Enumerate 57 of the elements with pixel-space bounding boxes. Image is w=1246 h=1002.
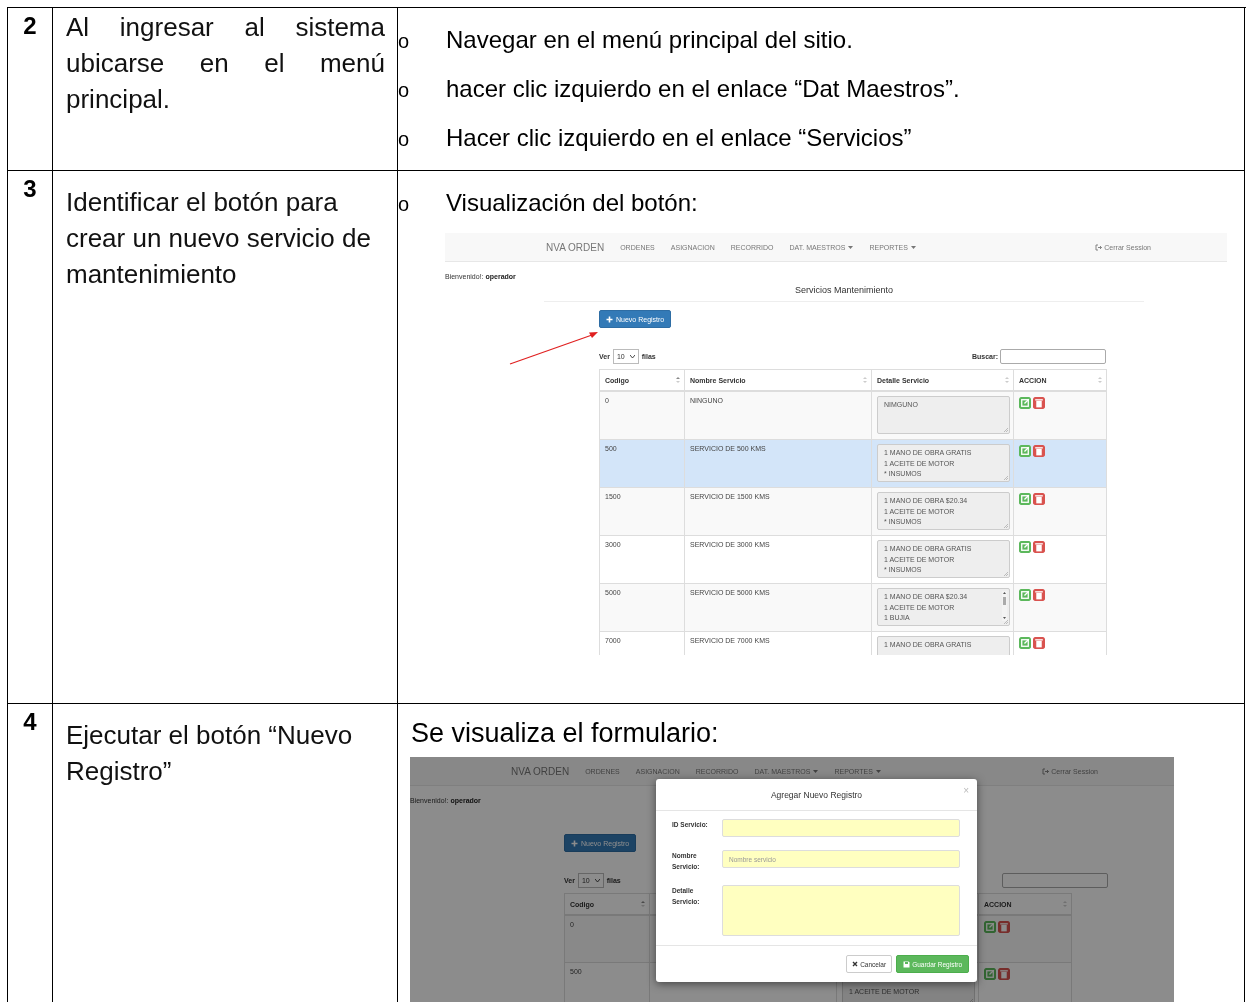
plus-icon xyxy=(606,315,613,323)
delete-button[interactable] xyxy=(1033,637,1045,649)
step-caption: Se visualiza el formulario: xyxy=(410,717,720,750)
caret-icon xyxy=(629,355,635,358)
step-number: 2 xyxy=(23,11,37,40)
delete-button[interactable] xyxy=(1033,445,1045,457)
caret-icon xyxy=(813,769,819,773)
resize-grip-icon xyxy=(1003,571,1008,576)
edit-button[interactable] xyxy=(1019,589,1031,601)
search-field[interactable] xyxy=(1002,873,1108,888)
page-title: Servicios Mantenimiento xyxy=(794,285,893,295)
caret-icon xyxy=(910,245,916,249)
delete-button[interactable] xyxy=(1033,589,1045,601)
step-instruction: Hacer clic izquierdo en el enlace “Servicios” xyxy=(446,123,912,153)
edit-button[interactable] xyxy=(984,968,996,980)
step-description: Identificar el botón para crear un nuevo servicio de mantenimiento xyxy=(66,186,372,291)
brand-link[interactable]: NVA ORDEN xyxy=(546,241,605,253)
brand-link[interactable]: NVA ORDEN xyxy=(511,765,570,777)
scrollbar[interactable] xyxy=(1002,591,1007,621)
bullet-marker: o xyxy=(398,127,411,152)
caret-icon xyxy=(848,245,854,249)
caret-icon xyxy=(594,879,600,882)
step-number: 3 xyxy=(23,174,37,203)
sort-icon xyxy=(676,376,680,384)
step-instruction: Navegar en el menú principal del sitio. xyxy=(446,25,853,55)
detail-field[interactable] xyxy=(722,885,960,936)
step-description: Ejecutar el botón “Nuevo Registro” xyxy=(66,719,354,788)
edit-button[interactable] xyxy=(1019,637,1031,649)
bullet-marker: o xyxy=(398,29,411,54)
delete-button[interactable] xyxy=(1033,397,1045,409)
edit-button[interactable] xyxy=(1019,445,1031,457)
resize-grip-icon xyxy=(1003,475,1008,480)
plus-icon xyxy=(571,839,578,847)
edit-button[interactable] xyxy=(1019,493,1031,505)
edit-button[interactable] xyxy=(984,921,996,933)
step-number: 4 xyxy=(23,707,37,736)
search-field[interactable] xyxy=(1000,349,1106,364)
modal-title: Agregar Nuevo Registro xyxy=(770,789,863,800)
bullet-marker: o xyxy=(398,78,411,103)
resize-grip-icon xyxy=(1003,427,1008,432)
delete-button[interactable] xyxy=(998,921,1010,933)
edit-button[interactable] xyxy=(1019,397,1031,409)
delete-button[interactable] xyxy=(1033,541,1045,553)
logout-icon xyxy=(1042,767,1050,775)
step-instruction: hacer clic izquierdo en el enlace “Dat Maestros”. xyxy=(446,74,960,104)
close-icon xyxy=(852,961,859,967)
logout-icon xyxy=(1095,243,1103,251)
delete-button[interactable] xyxy=(998,968,1010,980)
resize-grip-icon xyxy=(1003,619,1008,624)
bullet-marker: o xyxy=(398,192,411,217)
edit-button[interactable] xyxy=(1019,541,1031,553)
step-instruction: Visualización del botón: xyxy=(446,188,698,218)
resize-grip-icon xyxy=(1003,523,1008,528)
step-description: Al ingresar al sistema ubicarse en el menú principal. xyxy=(66,11,385,116)
caret-icon xyxy=(875,769,881,773)
delete-button[interactable] xyxy=(1033,493,1045,505)
input-field[interactable] xyxy=(722,819,960,837)
